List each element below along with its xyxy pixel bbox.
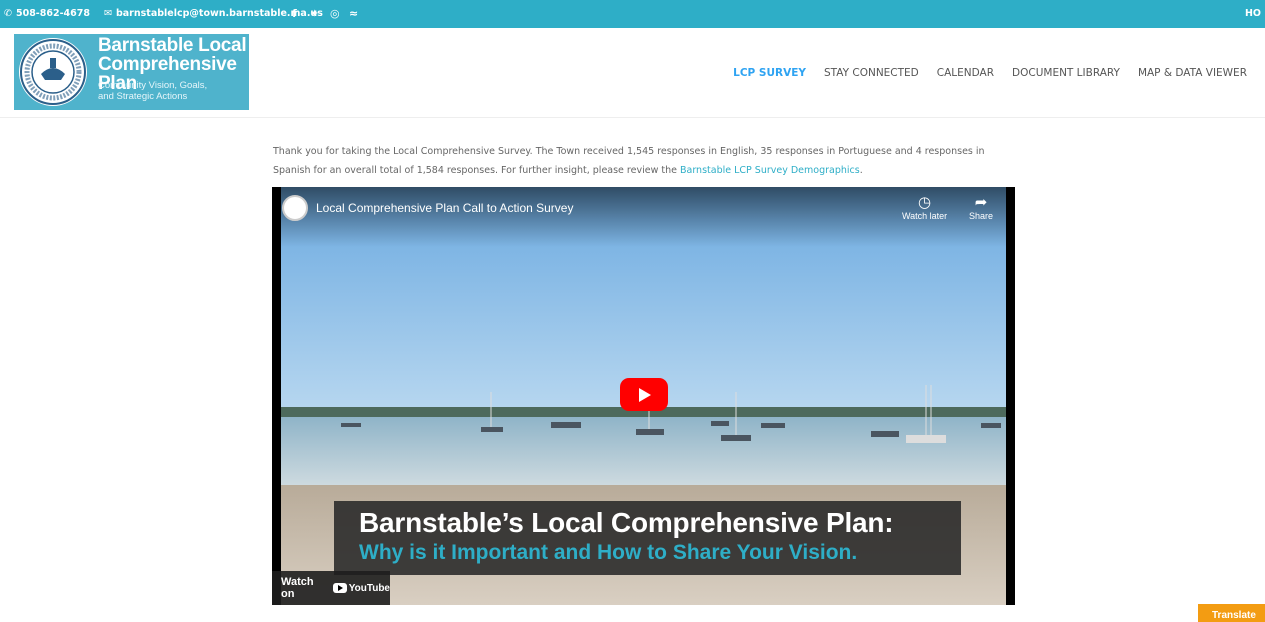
intro-text: Thank you for taking the Local Comprehen… <box>273 146 985 176</box>
envelope-icon: ✉ <box>104 8 112 19</box>
youtube-video-embed[interactable]: Local Comprehensive Plan Call to Action … <box>272 187 1015 605</box>
intro-end: . <box>859 165 863 176</box>
video-banner: Barnstable’s Local Comprehensive Plan: W… <box>334 501 961 575</box>
youtube-logo-icon: YouTube <box>332 582 390 594</box>
main-nav: LCP SURVEY STAY CONNECTED CALENDAR DOCUM… <box>733 67 1247 79</box>
phone-link[interactable]: ✆ 508-862-4678 <box>4 8 90 19</box>
watch-on-youtube-button[interactable]: Watch on YouTube <box>272 571 390 605</box>
clock-icon: ◷ <box>918 194 932 211</box>
youtube-label: YouTube <box>348 582 390 594</box>
town-seal-icon <box>19 38 87 106</box>
facebook-icon[interactable]: f <box>292 7 297 20</box>
banner-line2: Why is it Important and How to Share You… <box>359 541 858 564</box>
video-title[interactable]: Local Comprehensive Plan Call to Action … <box>316 201 573 215</box>
nav-item-map-data-viewer[interactable]: MAP & DATA VIEWER <box>1138 67 1247 79</box>
share-label: Share <box>969 211 994 221</box>
nav-item-lcp-survey[interactable]: LCP SURVEY <box>733 67 806 79</box>
twitter-icon[interactable]: ✦ <box>310 7 319 20</box>
phone-number: 508-862-4678 <box>15 8 90 19</box>
translate-button[interactable]: Translate <box>1198 604 1265 622</box>
nav-item-document-library[interactable]: DOCUMENT LIBRARY <box>1012 67 1120 79</box>
watch-on-label: Watch on <box>281 576 314 600</box>
logo-sub-line2: and Strategic Actions <box>98 90 188 102</box>
video-title-bar[interactable]: Local Comprehensive Plan Call to Action … <box>282 195 573 221</box>
rss-icon[interactable]: ≈ <box>349 7 358 20</box>
home-link[interactable]: HO <box>1245 8 1261 19</box>
watch-later-button[interactable]: ◷ Watch later <box>902 194 948 222</box>
logo-subtitle: Community Vision, Goals, and Strategic A… <box>98 80 208 102</box>
intro-paragraph: Thank you for taking the Local Comprehen… <box>273 142 1003 180</box>
share-icon: ➦ <box>974 194 988 211</box>
share-button[interactable]: ➦ Share <box>969 194 994 222</box>
channel-avatar[interactable] <box>282 195 308 221</box>
email-link[interactable]: ✉ barnstablelcp@town.barnstable.ma.us <box>104 8 323 19</box>
instagram-icon[interactable]: ◎ <box>330 7 340 20</box>
play-button[interactable] <box>620 378 668 411</box>
site-header: Barnstable Local Comprehensive Plan Comm… <box>0 28 1265 118</box>
nav-item-stay-connected[interactable]: STAY CONNECTED <box>824 67 919 79</box>
logo-sub-line1: Community Vision, Goals, <box>98 80 208 91</box>
watch-later-label: Watch later <box>902 211 948 221</box>
logo-title-line1: Barnstable Local <box>98 35 247 56</box>
site-logo[interactable]: Barnstable Local Comprehensive Plan Comm… <box>14 34 249 110</box>
top-bar: ✆ 508-862-4678 ✉ barnstablelcp@town.barn… <box>0 0 1265 28</box>
banner-line1: Barnstable’s Local Comprehensive Plan: <box>359 507 894 538</box>
nav-item-calendar[interactable]: CALENDAR <box>937 67 994 79</box>
phone-icon: ✆ <box>4 8 12 19</box>
survey-demographics-link[interactable]: Barnstable LCP Survey Demographics <box>680 165 860 176</box>
